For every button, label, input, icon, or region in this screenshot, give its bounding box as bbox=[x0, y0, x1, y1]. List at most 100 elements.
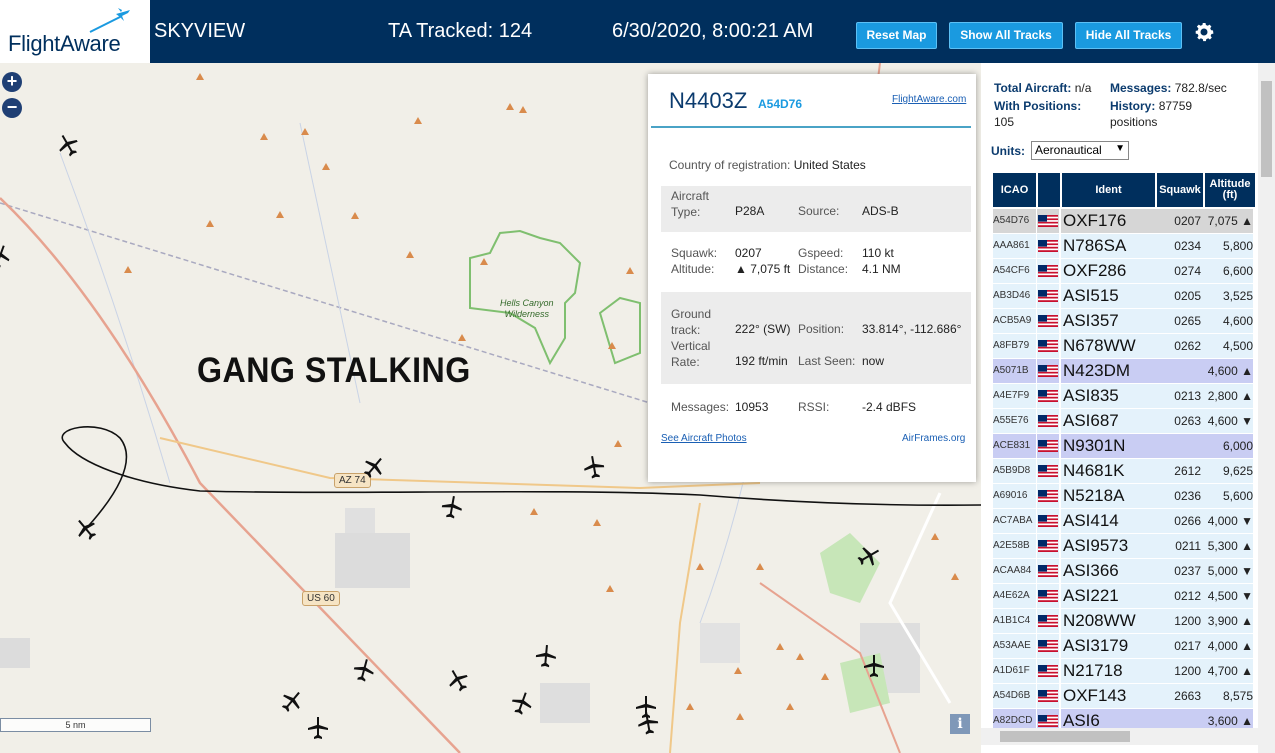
logo[interactable]: FlightAware bbox=[0, 0, 150, 63]
info-icon[interactable]: i bbox=[950, 714, 970, 734]
row-ident: ASI366 bbox=[1063, 561, 1119, 580]
row-icao: A5B9D8 bbox=[993, 459, 1036, 483]
table-row[interactable]: ACAA84 0237 5,000 ▼ ASI366 bbox=[992, 559, 1255, 584]
table-row[interactable]: A54D76 0207 7,075 ▲ OXF176 bbox=[992, 209, 1255, 234]
row-icao: ACAA84 bbox=[993, 559, 1036, 583]
table-row[interactable]: A69016 0236 5,600 N5218A bbox=[992, 484, 1255, 509]
row-icao: A53AAE bbox=[993, 634, 1036, 658]
row-altitude: 3,900 ▲ bbox=[1205, 609, 1253, 633]
aircraft-icon[interactable] bbox=[634, 709, 662, 737]
reset-map-button[interactable]: Reset Map bbox=[856, 22, 937, 49]
aircraft-icon[interactable] bbox=[580, 453, 608, 481]
urban-area bbox=[540, 683, 590, 723]
vertical-scrollbar[interactable] bbox=[1258, 63, 1275, 753]
table-row[interactable]: A1D61F 1200 4,700 ▲ N21718 bbox=[992, 659, 1255, 684]
road-local bbox=[669, 502, 701, 753]
popup-divider bbox=[651, 126, 971, 128]
position-value: 33.814°, -112.686° bbox=[862, 322, 962, 336]
table-row[interactable]: A5071B 4,600 ▲ N423DM bbox=[992, 359, 1255, 384]
road-us60 bbox=[0, 197, 461, 753]
row-ident: N423DM bbox=[1063, 361, 1131, 380]
aircraft-icon[interactable] bbox=[306, 716, 330, 740]
row-ident: ASI687 bbox=[1063, 411, 1119, 430]
row-altitude: 5,600 bbox=[1205, 484, 1253, 508]
skyview-app: FlightAware SKYVIEW TA Tracked: 124 6/30… bbox=[0, 0, 1275, 753]
row-ident: N678WW bbox=[1063, 336, 1136, 355]
scrollbar-thumb[interactable] bbox=[1261, 81, 1272, 177]
table-row[interactable]: AAA861 0234 5,800 N786SA bbox=[992, 234, 1255, 259]
us-flag-icon bbox=[1037, 584, 1059, 608]
tracked-count: TA Tracked: 124 bbox=[388, 20, 533, 42]
row-altitude: 4,600 bbox=[1205, 309, 1253, 333]
ground-track-value: 222° (SW) bbox=[735, 322, 791, 336]
airframes-link[interactable]: AirFrames.org bbox=[902, 433, 965, 444]
row-altitude: 4,000 ▲ bbox=[1205, 634, 1253, 658]
aircraft-section: Aircraft Type: P28A Source: ADS-B bbox=[661, 186, 971, 232]
row-altitude: 4,700 ▲ bbox=[1205, 659, 1253, 683]
table-row[interactable]: A4E62A 0212 4,500 ▼ ASI221 bbox=[992, 584, 1255, 609]
flightaware-link[interactable]: FlightAware.com bbox=[892, 94, 966, 105]
row-altitude: 2,800 ▲ bbox=[1205, 384, 1253, 408]
table-row[interactable]: ACB5A9 0265 4,600 ASI357 bbox=[992, 309, 1255, 334]
table-row[interactable]: A54D6B 2663 8,575 OXF143 bbox=[992, 684, 1255, 709]
sidebar-panel: Total Aircraft: n/a With Positions: 105 … bbox=[981, 63, 1275, 753]
hide-all-tracks-button[interactable]: Hide All Tracks bbox=[1075, 22, 1182, 49]
us-flag-icon bbox=[1037, 359, 1059, 383]
table-row[interactable]: A5B9D8 2612 9,625 N4681K bbox=[992, 459, 1255, 484]
squawk-section: Squawk: 0207 Gspeed: 110 kt Altitude: ▲ … bbox=[661, 244, 971, 284]
aircraft-icon[interactable] bbox=[862, 654, 886, 678]
table-row[interactable]: AC7ABA 0266 4,000 ▼ ASI414 bbox=[992, 509, 1255, 534]
column-header-altitude[interactable]: Altitude (ft) bbox=[1205, 173, 1255, 207]
table-row[interactable]: A4E7F9 0213 2,800 ▲ ASI835 bbox=[992, 384, 1255, 409]
row-ident: OXF143 bbox=[1063, 686, 1127, 705]
column-header-squawk[interactable]: Squawk bbox=[1157, 173, 1203, 207]
column-header-ident[interactable]: Ident bbox=[1062, 173, 1155, 207]
aircraft-icon[interactable] bbox=[438, 493, 466, 521]
row-icao: A1D61F bbox=[993, 659, 1036, 683]
table-row[interactable]: ACE831 6,000 N9301N bbox=[992, 434, 1255, 459]
column-header-icao[interactable]: ICAO bbox=[993, 173, 1036, 207]
table-row[interactable]: A53AAE 0217 4,000 ▲ ASI3179 bbox=[992, 634, 1255, 659]
source-label: Source: bbox=[798, 204, 840, 218]
row-altitude: 9,625 bbox=[1205, 459, 1253, 483]
row-icao: A4E7F9 bbox=[993, 384, 1036, 408]
app-title: SKYVIEW bbox=[154, 20, 246, 42]
messages-label: Messages: bbox=[671, 400, 730, 414]
zoom-in-button[interactable]: + bbox=[2, 72, 22, 92]
aircraft-photos-link[interactable]: See Aircraft Photos bbox=[661, 433, 747, 444]
aircraft-detail-popup: N4403Z A54D76 FlightAware.com Country of… bbox=[648, 74, 976, 482]
row-altitude: 8,575 bbox=[1205, 684, 1253, 708]
column-header-flag[interactable] bbox=[1038, 173, 1060, 207]
horizontal-scrollbar[interactable] bbox=[981, 728, 1258, 745]
gear-icon[interactable] bbox=[1192, 20, 1216, 44]
us-flag-icon bbox=[1037, 459, 1059, 483]
row-icao: A2E58B bbox=[993, 534, 1036, 558]
row-ident: N21718 bbox=[1063, 661, 1123, 680]
table-row[interactable]: A1B1C4 1200 3,900 ▲ N208WW bbox=[992, 609, 1255, 634]
row-icao: AC7ABA bbox=[993, 509, 1036, 533]
rssi-value: -2.4 dBFS bbox=[862, 400, 917, 414]
row-altitude: 5,800 bbox=[1205, 234, 1253, 258]
row-altitude: 3,525 bbox=[1205, 284, 1253, 308]
row-altitude: 5,300 ▲ bbox=[1205, 534, 1253, 558]
squawk-label: Squawk: bbox=[671, 246, 718, 260]
show-all-tracks-button[interactable]: Show All Tracks bbox=[949, 22, 1063, 49]
scrollbar-thumb[interactable] bbox=[1000, 731, 1130, 742]
table-row[interactable]: A55E76 0263 4,600 ▼ ASI687 bbox=[992, 409, 1255, 434]
units-select[interactable]: Aeronautical ▼ bbox=[1031, 141, 1129, 160]
row-ident: ASI9573 bbox=[1063, 536, 1129, 555]
table-row[interactable]: A54CF6 0274 6,600 OXF286 bbox=[992, 259, 1255, 284]
us-flag-icon bbox=[1037, 209, 1059, 233]
us-flag-icon bbox=[1037, 384, 1059, 408]
row-ident: N5218A bbox=[1063, 486, 1125, 505]
table-row[interactable]: AB3D46 0205 3,525 ASI515 bbox=[992, 284, 1255, 309]
table-row[interactable]: A8FB79 0262 4,500 N678WW bbox=[992, 334, 1255, 359]
zoom-out-button[interactable]: − bbox=[2, 98, 22, 118]
with-positions-label: With Positions: bbox=[994, 99, 1082, 113]
table-row[interactable]: A2E58B 0211 5,300 ▲ ASI9573 bbox=[992, 534, 1255, 559]
row-ident: ASI221 bbox=[1063, 586, 1119, 605]
aircraft-icon[interactable] bbox=[533, 643, 559, 669]
urban-area bbox=[0, 638, 30, 668]
row-altitude: 5,000 ▼ bbox=[1205, 559, 1253, 583]
row-ident: N208WW bbox=[1063, 611, 1136, 630]
